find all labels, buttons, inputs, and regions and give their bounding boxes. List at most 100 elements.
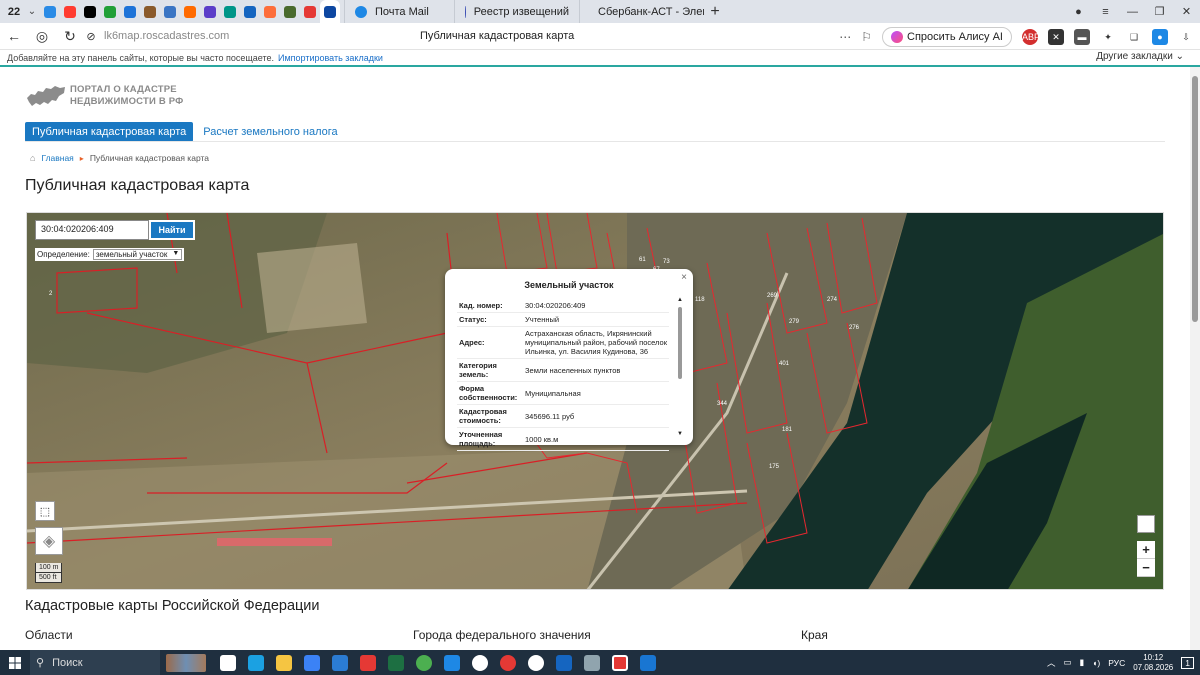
zoom-out-button[interactable]: − [1137, 559, 1155, 577]
popup-close-button[interactable]: × [681, 272, 687, 283]
definition-select[interactable]: земельный участок ▼ [92, 249, 183, 260]
extension-badge-icon[interactable]: ● [1152, 28, 1168, 45]
pinned-tab[interactable] [120, 0, 140, 23]
notifications-icon[interactable]: 1 [1181, 656, 1194, 669]
pinned-tab[interactable] [260, 0, 280, 23]
edge-icon[interactable] [248, 654, 264, 671]
minimize-button[interactable]: — [1119, 6, 1146, 18]
cadastral-number-input[interactable]: 30:04:020206:409 [35, 220, 149, 240]
pinned-tab[interactable] [100, 0, 120, 23]
download-icon[interactable]: ⇩ [1178, 28, 1194, 45]
bookmark-icon[interactable]: ⚐ [861, 30, 872, 44]
tray-network-icon[interactable]: ▭ [1064, 657, 1072, 668]
site-logo[interactable]: ПОРТАЛ О КАДАСТРЕ НЕДВИЖИМОСТИ В РФ [26, 82, 184, 110]
yandex-active-icon[interactable] [612, 654, 628, 671]
tab-registry-label: Реестр извещений [473, 5, 569, 18]
app-window-icon[interactable] [640, 654, 656, 671]
chevron-down-icon[interactable]: ⌄ [24, 6, 40, 17]
reload-icon[interactable]: ↻ [56, 28, 84, 45]
bookmarks-panel-icon[interactable]: ❑ [1126, 28, 1142, 45]
cadastral-map[interactable]: 2269274276279344181175616773401118 30:04… [26, 212, 1164, 590]
select-area-icon[interactable]: ⬚ [35, 501, 55, 521]
tab-strip: 22 ⌄ Почта Mail Реестр извещений Сбербан… [0, 0, 1200, 23]
new-tab-button[interactable]: + [704, 3, 726, 21]
other-bookmarks-button[interactable]: Другие закладки ⌄ [1096, 51, 1184, 62]
tray-chevron-icon[interactable]: ︿ [1047, 657, 1056, 669]
opera-icon[interactable] [500, 654, 516, 671]
menu-land-tax[interactable]: Расчет земельного налога [203, 126, 337, 138]
yandex-icon[interactable] [360, 654, 376, 671]
pinned-tab[interactable] [200, 0, 220, 23]
close-window-button[interactable]: ✕ [1173, 5, 1200, 18]
tab-mail[interactable]: Почта Mail [344, 0, 454, 23]
column-regions: Области [25, 628, 73, 642]
shield-icon[interactable]: ◎ [28, 28, 56, 45]
pinned-tab[interactable] [280, 0, 300, 23]
scroll-down-icon[interactable]: ▼ [677, 431, 683, 437]
tab-sberbank[interactable]: Сбербанк-АСТ - Электро [579, 0, 704, 23]
parcel-number-label: 61 [639, 257, 646, 263]
tray-volume-icon[interactable]: ◖) [1092, 658, 1100, 668]
tab-mail-label: Почта Mail [375, 5, 429, 18]
popup-row-key: Кад. номер: [457, 299, 523, 313]
layers-icon[interactable]: ◈ [35, 527, 63, 555]
extensions-puzzle-icon[interactable]: ✦ [1100, 28, 1116, 45]
back-arrow-icon[interactable]: ← [0, 28, 28, 44]
app-c-icon[interactable] [528, 654, 544, 671]
taskbar-search[interactable]: ⚲ Поиск [30, 650, 160, 675]
pinned-tab[interactable] [320, 0, 340, 23]
task-view-icon[interactable] [220, 654, 236, 671]
pinned-tab[interactable] [60, 0, 80, 23]
popup-scroll-thumb[interactable] [678, 307, 682, 379]
store-icon[interactable] [304, 654, 320, 671]
internet-explorer-icon[interactable] [444, 654, 460, 671]
fullscreen-button[interactable] [1137, 515, 1155, 533]
profile-icon[interactable]: ● [1065, 6, 1092, 18]
more-icon[interactable]: ⋯ [839, 30, 851, 44]
menu-cadastral-map[interactable]: Публичная кадастровая карта [25, 122, 194, 142]
tray-lang[interactable]: РУС [1108, 658, 1125, 668]
chrome-icon[interactable] [416, 654, 432, 671]
start-button[interactable] [0, 650, 30, 675]
breadcrumb-home[interactable]: Главная [41, 153, 73, 163]
url-field[interactable]: lk6map.roscadastres.com [104, 30, 404, 42]
extension-x-icon[interactable]: ✕ [1048, 28, 1064, 45]
import-bookmarks-link[interactable]: Импортировать закладки [278, 53, 383, 63]
app-gray-icon[interactable] [584, 654, 600, 671]
extension-hat-icon[interactable]: ▬ [1074, 28, 1090, 45]
pinned-tab[interactable] [140, 0, 160, 23]
pinned-tab-favicon-icon [264, 5, 276, 18]
pinned-tab[interactable] [80, 0, 100, 23]
menu-icon[interactable]: ≡ [1092, 6, 1119, 18]
pinned-tab[interactable] [40, 0, 60, 23]
page-scroll-thumb[interactable] [1192, 76, 1198, 322]
popup-scrollbar[interactable]: ▲ ▼ [677, 297, 683, 437]
popup-row: Уточненная площадь: 1000 кв.м [457, 427, 669, 451]
pinned-tab[interactable] [160, 0, 180, 23]
scroll-up-icon[interactable]: ▲ [677, 297, 683, 303]
yandex-browser-icon[interactable] [472, 654, 488, 671]
pinned-tab-favicon-icon [244, 5, 256, 18]
calculator-icon[interactable] [388, 654, 404, 671]
window-controls: ● ≡ — ❐ ✕ [1065, 0, 1200, 23]
adblock-icon[interactable]: ABP [1022, 28, 1040, 45]
lock-icon[interactable]: ⊘ [84, 30, 98, 43]
definition-row: Определение: земельный участок ▼ [35, 248, 185, 261]
app-blue-icon[interactable] [556, 654, 572, 671]
tray-battery-icon[interactable]: ▮ [1080, 657, 1085, 668]
pinned-tab[interactable] [180, 0, 200, 23]
registry-icon [465, 5, 466, 18]
file-explorer-icon[interactable] [276, 654, 292, 671]
pinned-tab[interactable] [300, 0, 320, 23]
ask-alice-button[interactable]: Спросить Алису AI [882, 26, 1012, 47]
mail-app-icon[interactable] [332, 654, 348, 671]
maximize-button[interactable]: ❐ [1146, 5, 1173, 18]
zoom-in-button[interactable]: + [1137, 541, 1155, 559]
tab-count-badge[interactable]: 22 [4, 3, 24, 21]
tray-clock[interactable]: 10:12 07.08.2026 [1133, 653, 1173, 673]
pinned-tab[interactable] [220, 0, 240, 23]
pinned-tab[interactable] [240, 0, 260, 23]
search-highlight-icon[interactable] [166, 653, 206, 672]
find-button[interactable]: Найти [149, 220, 195, 240]
tab-registry[interactable]: Реестр извещений [454, 0, 579, 23]
